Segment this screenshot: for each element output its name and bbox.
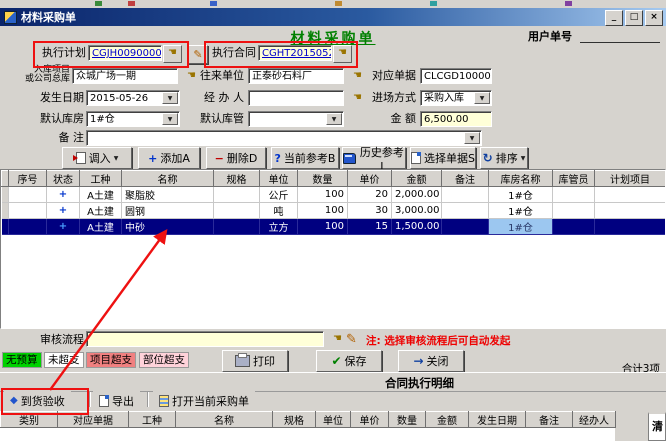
status-plus-icon: + — [47, 187, 80, 203]
review-flow-label: 审核流程 — [36, 333, 84, 347]
warehouse-label: 默认库房 — [36, 112, 84, 126]
review-flow-field[interactable] — [86, 331, 324, 347]
bottom-grid-header-row: 类别对应单据 工种名称 规格单位 单价数量 金额发生日期 备注经办人 — [1, 412, 616, 428]
handler-lookup-hand-icon[interactable]: ☚ — [348, 90, 367, 108]
load-page-icon — [76, 152, 86, 164]
remark-label: 备 注 — [36, 131, 84, 145]
diamond-icon: ◆ — [10, 395, 18, 406]
print-button[interactable]: 打印 — [222, 350, 288, 372]
project-field[interactable]: 众城广场一期 — [72, 68, 178, 84]
receive-goods-button[interactable]: ◆ 到货验收 — [4, 390, 71, 411]
maximize-button[interactable]: □ — [625, 10, 643, 26]
select-doc-button[interactable]: 选择单据S — [410, 147, 476, 169]
close-button[interactable]: × — [645, 10, 663, 26]
window-title: 材料采购单 — [21, 9, 76, 25]
exec-contract-label: 执行合同 — [210, 46, 256, 60]
toolbar-separator — [89, 392, 91, 407]
exec-contract-field[interactable]: CGHT2015052601 — [258, 45, 332, 61]
history-ref-button[interactable]: 历史参考I — [342, 147, 406, 169]
minus-icon: − — [215, 152, 224, 165]
remark-combo[interactable]: ▼ — [86, 130, 482, 146]
user-no-label: 用户单号 — [528, 30, 572, 44]
warehouse-combo[interactable]: 1#仓 ▼ — [86, 111, 180, 127]
date-combo[interactable]: 2015-05-26 ▼ — [86, 90, 180, 106]
window-titlebar: 材料采购单 — [0, 8, 666, 26]
contract-detail-title: 合同执行明细 — [385, 375, 454, 391]
toolbar-separator — [147, 392, 149, 407]
counterpart-field[interactable]: 正泰砂石料厂 — [248, 68, 344, 84]
export-page-icon — [99, 395, 109, 407]
keeper-combo[interactable]: ▼ — [248, 111, 344, 127]
chevron-down-icon[interactable]: ▼ — [162, 92, 178, 104]
chevron-down-icon[interactable]: ▼ — [162, 113, 178, 125]
delete-button[interactable]: − 删除D — [206, 147, 266, 169]
sort-button[interactable]: ↻ 排序 ▼ — [480, 147, 528, 169]
legend-not-over: 未超支 — [44, 352, 84, 368]
project-label: 入库项目或公司总库 — [8, 66, 70, 84]
close-form-button[interactable]: → 关闭 — [398, 350, 464, 372]
chevron-down-icon: ▼ — [114, 155, 119, 162]
pencil-icon: ✎ — [193, 48, 202, 61]
legend-project-over: 项目超支 — [86, 352, 136, 368]
handler-field[interactable] — [248, 90, 344, 106]
ref-doc-label: 对应单据 — [370, 69, 416, 83]
window-icon — [4, 11, 17, 24]
open-po-page-icon — [159, 395, 169, 407]
contract-detail-grid[interactable]: 类别对应单据 工种名称 规格单位 单价数量 金额发生日期 备注经办人 — [0, 411, 615, 441]
contract-detail-bar: 合同执行明细 — [0, 372, 666, 392]
add-button[interactable]: + 添加A — [138, 147, 200, 169]
chevron-down-icon[interactable]: ▼ — [326, 113, 342, 125]
date-label: 发生日期 — [36, 91, 84, 105]
printer-icon — [235, 355, 250, 367]
counterpart-label: 往来单位 — [198, 69, 244, 83]
partial-overlay-window: 清 — [648, 412, 666, 441]
keeper-label: 默认库管 — [198, 112, 244, 126]
legend-part-over: 部位超支 — [139, 352, 189, 368]
amount-label: 金 额 — [370, 112, 416, 126]
book-icon — [343, 153, 356, 164]
review-note: 注: 选择审核流程后可自动发起 — [366, 333, 510, 348]
plus-icon: + — [148, 152, 157, 165]
exec-contract-lookup-hand-icon[interactable]: ☚ — [333, 45, 352, 63]
chevron-down-icon[interactable]: ▼ — [464, 132, 480, 144]
status-plus-icon: + — [47, 203, 80, 219]
exec-plan-lookup-hand-icon[interactable]: ☚ — [163, 45, 182, 63]
material-purchase-window: 材料采购单 _ □ × 材料采购单 用户单号 执行计划 CGJH00900000… — [0, 0, 666, 441]
grid-header-row: 序号状态 工种名称 规格单位 数量单价 金额备注 库房名称库管员 计划项目 — [2, 171, 666, 187]
amount-field: 6,500.00 — [420, 111, 492, 127]
minimize-button[interactable]: _ — [605, 10, 623, 26]
sort-icon: ↻ — [483, 151, 493, 165]
review-pencil-icon[interactable]: ✎ — [346, 332, 357, 347]
check-icon: ✔ — [331, 354, 341, 368]
exec-plan-label: 执行计划 — [38, 46, 86, 60]
open-current-po-button[interactable]: 打开当前采购单 — [153, 390, 255, 411]
table-row[interactable]: + A土建 圆钢 吨 100 30 3,000.00 1#仓 — [2, 203, 666, 219]
entry-mode-combo[interactable]: 采购入库 ▼ — [420, 90, 492, 106]
entry-mode-label: 进场方式 — [370, 91, 416, 105]
question-cursor-icon: ? — [275, 152, 281, 165]
legend-no-budget: 无预算 — [2, 352, 42, 368]
select-doc-page-icon — [411, 152, 421, 164]
current-ref-button[interactable]: ? 当前参考B — [271, 147, 339, 169]
chevron-down-icon[interactable]: ▼ — [474, 92, 490, 104]
exit-arrow-icon: → — [413, 354, 423, 368]
review-lookup-hand-icon[interactable]: ☚ — [328, 331, 347, 349]
export-button[interactable]: 导出 — [93, 390, 140, 411]
user-no-line — [580, 42, 660, 43]
items-grid[interactable]: 序号状态 工种名称 规格单位 数量单价 金额备注 库房名称库管员 计划项目 + … — [0, 169, 666, 329]
table-row[interactable]: + A土建 聚脂胶 公斤 100 20 2,000.00 1#仓 — [2, 187, 666, 203]
counterpart-lookup-hand-icon[interactable]: ☚ — [348, 68, 367, 86]
ref-doc-field[interactable]: CLCGD100000029 — [420, 68, 492, 84]
exec-plan-field[interactable]: CGJH0090000014 — [88, 45, 162, 61]
edit-pencil-button[interactable]: ✎ — [188, 45, 208, 64]
status-plus-icon: + — [47, 219, 80, 235]
table-row-selected[interactable]: + A土建 中砂 立方 100 15 1,500.00 1#仓 — [2, 219, 666, 235]
load-button[interactable]: 调入 ▼ — [62, 147, 132, 169]
save-button[interactable]: ✔ 保存 — [316, 350, 382, 372]
handler-label: 经 办 人 — [198, 91, 244, 105]
chevron-down-icon: ▼ — [521, 155, 526, 162]
